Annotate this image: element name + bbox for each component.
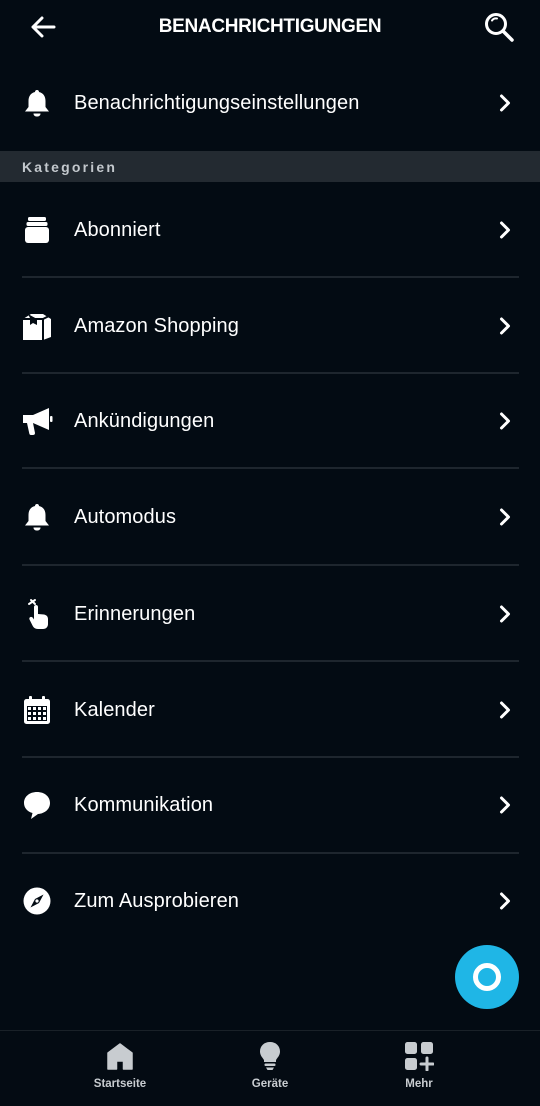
- search-button[interactable]: [482, 10, 516, 44]
- subscription-stack-icon: [20, 213, 54, 247]
- chevron-right-icon: [498, 604, 512, 624]
- finger-tap-icon: [20, 597, 54, 631]
- category-row-reminders[interactable]: Erinnerungen: [0, 566, 540, 662]
- category-label: Amazon Shopping: [74, 314, 239, 337]
- category-label: Zum Ausprobieren: [74, 889, 240, 912]
- home-icon: [105, 1040, 135, 1072]
- back-button[interactable]: [28, 13, 58, 41]
- bottom-navigation: Startseite Geräte Mehr: [0, 1030, 540, 1106]
- alexa-ring-icon: [473, 963, 501, 991]
- chat-bubble-icon: [20, 788, 54, 822]
- alexa-button[interactable]: [455, 945, 519, 1009]
- lightbulb-icon: [255, 1040, 285, 1072]
- compass-icon: [20, 884, 54, 918]
- arrow-left-icon: [31, 16, 56, 38]
- package-icon: [20, 309, 54, 343]
- category-row-try-out[interactable]: Zum Ausprobieren: [0, 853, 540, 949]
- category-label: Automodus: [74, 505, 177, 528]
- category-label: Erinnerungen: [74, 602, 196, 625]
- grid-plus-icon: [404, 1040, 434, 1072]
- category-row-calendar[interactable]: Kalender: [0, 662, 540, 758]
- section-header-categories: Kategorien: [0, 151, 540, 182]
- chevron-right-icon: [498, 220, 512, 240]
- category-row-amazon-shopping[interactable]: Amazon Shopping: [0, 278, 540, 374]
- nav-label: Startseite: [93, 1078, 147, 1090]
- bell-icon: [20, 86, 54, 120]
- magnifier-icon: [485, 13, 514, 42]
- category-label: Kommunikation: [74, 793, 214, 816]
- chevron-right-icon: [498, 316, 512, 336]
- calendar-icon: [20, 693, 54, 727]
- category-row-announcements[interactable]: Ankündigungen: [0, 373, 540, 469]
- category-label: Abonniert: [74, 218, 161, 241]
- category-row-communication[interactable]: Kommunikation: [0, 757, 540, 853]
- chevron-right-icon: [498, 507, 512, 527]
- notification-settings-label: Benachrichtigungseinstellungen: [74, 91, 360, 114]
- top-app-bar: BENACHRICHTIGUNGEN: [0, 0, 540, 54]
- notification-settings-row[interactable]: Benachrichtigungseinstellungen: [0, 55, 540, 151]
- chevron-right-icon: [498, 700, 512, 720]
- category-label: Ankündigungen: [74, 409, 215, 432]
- nav-label: Mehr: [405, 1078, 433, 1090]
- chevron-right-icon: [498, 411, 512, 431]
- category-row-subscribed[interactable]: Abonniert: [0, 182, 540, 278]
- category-row-auto-mode[interactable]: Automodus: [0, 469, 540, 565]
- chevron-right-icon: [498, 795, 512, 815]
- category-label: Kalender: [74, 698, 155, 721]
- nav-devices[interactable]: Geräte: [215, 1031, 325, 1106]
- chevron-right-icon: [498, 93, 512, 113]
- chevron-right-icon: [498, 891, 512, 911]
- nav-more[interactable]: Mehr: [364, 1031, 474, 1106]
- bell-icon: [20, 500, 54, 534]
- section-label: Kategorien: [22, 158, 118, 175]
- page-title: BENACHRICHTIGUNGEN: [158, 16, 382, 37]
- nav-home[interactable]: Startseite: [65, 1031, 175, 1106]
- nav-label: Geräte: [251, 1078, 289, 1090]
- megaphone-icon: [20, 404, 54, 438]
